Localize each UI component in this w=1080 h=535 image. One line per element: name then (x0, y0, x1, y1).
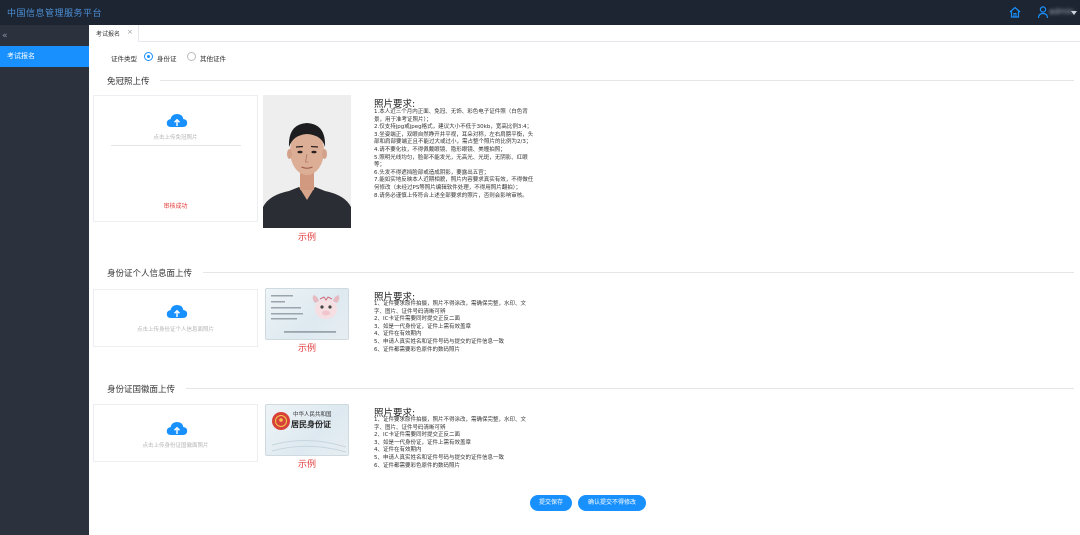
photo-upload-text: 点击上传免冠照片 (153, 135, 198, 141)
cert-type-label: 证件类型 (111, 55, 137, 63)
radio-other-cert-label[interactable]: 其他证件 (200, 53, 226, 63)
sidebar-item-label: 考试报名 (7, 52, 35, 60)
sample-id-card-back: 中华人民共和国 居民身份证 (265, 404, 349, 456)
confirm-submit-button[interactable]: 确认提交不得修改 (578, 495, 646, 511)
section-title-id-back: 身份证国徽面上传 (107, 385, 176, 395)
sample-id-card-front (265, 288, 349, 340)
requirement-item: 5.照明光线均匀，脸部不能发光，无高光、光斑，无阴影、红眼等； (374, 154, 528, 169)
requirements-title: 照片要求: (374, 99, 416, 110)
photo-upload-box[interactable]: 点击上传免冠照片 审核成功 (93, 95, 258, 222)
tab-bar: 考试报名 × (89, 25, 1080, 42)
requirement-item: 3.坐姿端正，双眼自然睁开并平视，耳朵对称，左右肩膀平衡，头部和肩部要端正且不能… (374, 131, 534, 146)
sample-label: 示例 (298, 233, 317, 243)
id-back-upload-text: 点击上传身份证国徽面照片 (142, 443, 209, 449)
section-title-id-front: 身份证个人信息面上传 (107, 269, 193, 279)
requirements-list: 1、证件要求原件拍摄，照片不得涂改，需确保完整，水印、文字、图片、证件号码清晰可… (374, 417, 536, 470)
radio-id-card-label[interactable]: 身份证 (157, 53, 177, 63)
sample-portrait-photo (263, 95, 351, 228)
save-button[interactable]: 提交保存 (530, 495, 572, 511)
user-icon[interactable] (1037, 5, 1049, 19)
upload-divider (111, 145, 241, 146)
app-title: 中国信息管理服务平台 (7, 9, 103, 19)
radio-id-card[interactable] (144, 52, 153, 61)
sample-label: 示例 (298, 344, 317, 354)
cloud-upload-icon (166, 305, 188, 318)
requirement-item: 2、IC卡证件需要同时提交正反二面 (374, 432, 460, 439)
collapse-icon[interactable]: « (2, 31, 8, 41)
requirement-item: 4.请不要化妆，不得佩戴眼镜、隐形眼镜、美瞳拍照； (374, 146, 506, 153)
requirement-item: 2、IC卡证件需要同时提交正反二面 (374, 316, 460, 323)
card-line-2: 居民身份证 (291, 419, 331, 429)
requirement-item: 8.请务必谨慎上传符合上述全部要求的照片，否则会影响审核。 (374, 192, 528, 199)
card-line-1: 中华人民共和国 (293, 412, 332, 418)
requirements-list: 1.本人近三个月内正面、免冠、无饰、彩色电子证件照（白色背景，用于准考证照片）；… (374, 109, 536, 200)
requirement-item: 7.能如实地反映本人近期相貌，照片内容要求真实有效，不得做任何修改（未经过PS等… (374, 177, 534, 191)
requirement-item: 6、证件都需要彩色原件的数码照片 (374, 346, 461, 353)
cloud-upload-icon (166, 114, 188, 127)
sidebar: « 考试报名 (0, 25, 89, 535)
id-front-upload-box[interactable]: 点击上传身份证个人信息面照片 (93, 289, 258, 347)
section-divider (160, 80, 1074, 81)
requirement-item: 6、证件都需要彩色原件的数码照片 (374, 462, 461, 469)
close-icon[interactable]: × (127, 28, 133, 36)
id-front-upload-text: 点击上传身份证个人信息面照片 (136, 327, 214, 333)
requirement-item: 2.仅支持jpg或jpeg格式，建议大小不低于30kb，宽高比例3:4； (374, 124, 533, 131)
review-status: 审核成功 (163, 203, 188, 210)
id-back-upload-box[interactable]: 点击上传身份证国徽面照片 (93, 404, 258, 462)
caret-down-icon[interactable] (1071, 11, 1077, 15)
requirement-item: 5、申请人真实姓名和证件号码与提交的证件信息一致 (374, 338, 505, 345)
requirement-item: 1、证件要求原件拍摄，照片不得涂改，需确保完整，水印、文字、图片、证件号码清晰可… (374, 417, 527, 431)
section-title-photo: 免冠照上传 (107, 77, 150, 87)
sample-label: 示例 (298, 460, 317, 470)
requirements-list: 1、证件要求原件拍摄，照片不得涂改，需确保完整，水印、文字、图片、证件号码清晰可… (374, 301, 536, 354)
tab-label: 考试报名 (96, 31, 121, 38)
requirement-item: 1.本人近三个月内正面、免冠、无饰、彩色电子证件照（白色背景，用于准考证照片）； (374, 109, 528, 123)
top-bar: 中国信息管理服务平台 admin (0, 0, 1080, 25)
requirement-item: 5、申请人真实姓名和证件号码与提交的证件信息一致 (374, 454, 505, 461)
requirement-item: 4、证件在有效期内 (374, 331, 422, 338)
requirement-item: 1、证件要求原件拍摄，照片不得涂改，需确保完整，水印、文字、图片、证件号码清晰可… (374, 301, 527, 315)
tab-exam-registration[interactable]: 考试报名 × (89, 25, 139, 42)
requirement-item: 4、证件在有效期内 (374, 447, 422, 454)
radio-other-cert[interactable] (187, 52, 196, 61)
sidebar-item-exam-registration[interactable]: 考试报名 (0, 46, 89, 67)
section-divider (203, 272, 1074, 273)
cloud-upload-icon (166, 422, 188, 435)
home-icon[interactable] (1008, 5, 1022, 19)
section-divider (186, 388, 1074, 389)
